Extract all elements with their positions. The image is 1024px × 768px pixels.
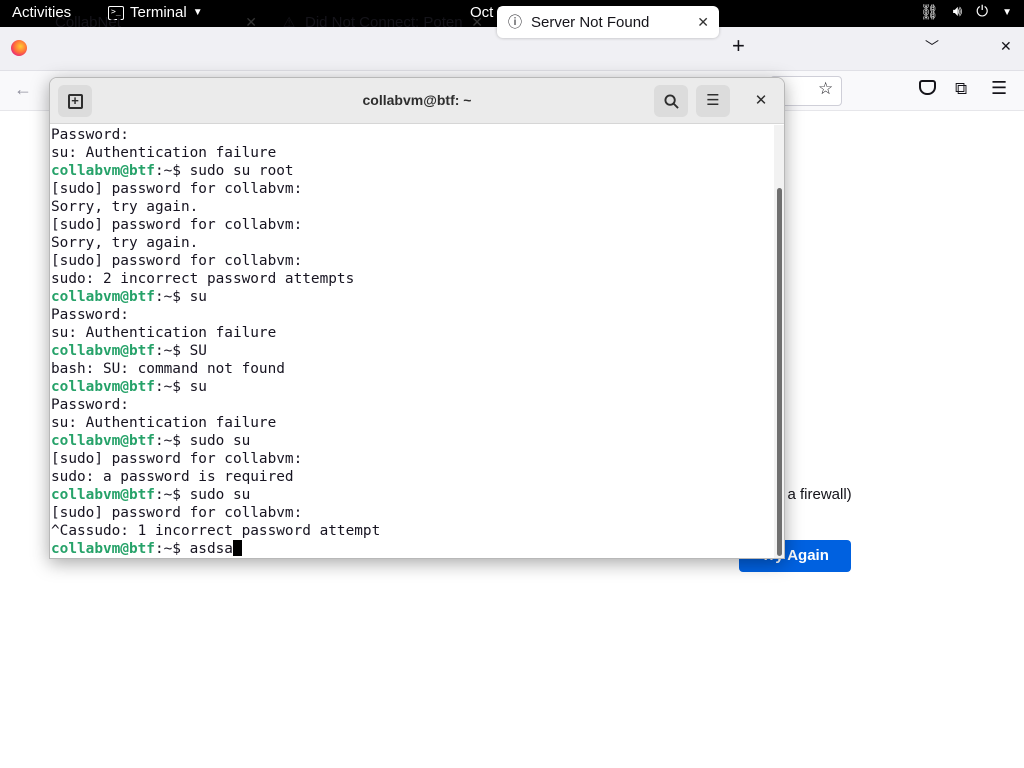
tab-collabnet[interactable]: CollabNet ✕ <box>45 6 267 38</box>
command-text: SU <box>189 343 207 359</box>
text-cursor <box>232 540 242 556</box>
terminal-output-line: Password: <box>51 307 129 323</box>
scrollbar-thumb[interactable] <box>777 188 782 556</box>
terminal-output-line: Sorry, try again. <box>51 199 199 215</box>
close-icon[interactable]: ✕ <box>471 14 483 31</box>
system-tray[interactable]: ⛓ 🔊︎ ⏻ ▼ <box>920 3 1012 23</box>
command-text: sudo su <box>189 487 251 503</box>
terminal-command-line: collabvm@btf:~$ asdsa <box>51 540 773 558</box>
terminal-window[interactable]: + collabvm@btf: ~ ☰ ✕ Password: su: Authe… <box>49 77 785 559</box>
info-icon: ⓘ <box>508 14 522 30</box>
terminal-output-line: [sudo] password for collabvm: <box>51 217 303 233</box>
warning-icon: ⚠ <box>282 13 296 30</box>
terminal-output-line: su: Authentication failure <box>51 325 277 341</box>
menu-button[interactable]: ☰ <box>696 85 730 117</box>
close-icon: ✕ <box>754 92 768 109</box>
terminal-command-line: collabvm@btf:~$ sudo su root <box>51 162 773 180</box>
new-tab-button[interactable]: + <box>732 33 745 59</box>
command-text: sudo su root <box>189 163 294 179</box>
network-icon: ⛓ <box>919 4 939 21</box>
prompt-user: collabvm@btf <box>51 541 155 557</box>
prompt-user: collabvm@btf <box>51 487 155 503</box>
caret-down-icon: ▼ <box>1002 7 1012 18</box>
volume-icon: 🔊︎ <box>952 3 963 20</box>
search-button[interactable] <box>654 85 688 117</box>
terminal-command-line: collabvm@btf:~$ sudo su <box>51 486 773 504</box>
prompt-user: collabvm@btf <box>51 343 155 359</box>
terminal-output-line: [sudo] password for collabvm: <box>51 451 303 467</box>
search-icon <box>663 94 679 109</box>
terminal-output-line: ^Cassudo: 1 incorrect password attempt <box>51 523 381 539</box>
terminal-output-line: Sorry, try again. <box>51 235 199 251</box>
pocket-icon[interactable] <box>919 80 936 95</box>
command-text: asdsa <box>189 541 233 557</box>
prompt-user: collabvm@btf <box>51 289 155 305</box>
terminal-output-line: sudo: a password is required <box>51 469 294 485</box>
command-text: su <box>189 379 207 395</box>
terminal-output-line: Password: <box>51 127 129 143</box>
terminal-output-line: [sudo] password for collabvm: <box>51 505 303 521</box>
hamburger-menu-icon[interactable]: ☰ <box>991 78 1007 99</box>
terminal-output-line: bash: SU: command not found <box>51 361 285 377</box>
chevron-down-icon[interactable]: ﹀ <box>925 37 939 57</box>
terminal-command-line: collabvm@btf:~$ su <box>51 288 773 306</box>
terminal-command-line: collabvm@btf:~$ sudo su <box>51 432 773 450</box>
prompt-path: :~$ <box>154 163 190 179</box>
firefox-icon <box>11 40 27 56</box>
hamburger-icon: ☰ <box>706 92 720 109</box>
prompt-path: :~$ <box>154 343 190 359</box>
tab-title: Server Not Found <box>531 13 650 31</box>
tab-server-not-found[interactable]: ⓘ Server Not Found ✕ <box>497 6 719 38</box>
command-text: sudo su <box>189 433 251 449</box>
prompt-path: :~$ <box>154 289 190 305</box>
tab-title: Did Not Connect: Potenti <box>305 13 464 31</box>
star-icon[interactable]: ☆ <box>818 79 833 99</box>
terminal-command-line: collabvm@btf:~$ su <box>51 378 773 396</box>
prompt-path: :~$ <box>154 433 190 449</box>
prompt-user: collabvm@btf <box>51 379 155 395</box>
prompt-user: collabvm@btf <box>51 433 155 449</box>
terminal-output[interactable]: Password: su: Authentication failure colla… <box>51 125 773 558</box>
terminal-output-line: [sudo] password for collabvm: <box>51 181 303 197</box>
prompt-path: :~$ <box>154 541 190 557</box>
terminal-output-line: su: Authentication failure <box>51 415 277 431</box>
power-icon: ⏻ <box>976 3 989 20</box>
prompt-path: :~$ <box>154 487 190 503</box>
terminal-output-line: Password: <box>51 397 129 413</box>
prompt-path: :~$ <box>154 379 190 395</box>
close-button[interactable]: ✕ <box>744 85 778 117</box>
tab-title: CollabNet <box>55 13 121 31</box>
terminal-output-line: su: Authentication failure <box>51 145 277 161</box>
tab-did-not-connect[interactable]: ⚠ Did Not Connect: Potenti ✕ <box>271 6 493 38</box>
close-icon[interactable]: ✕ <box>245 14 257 31</box>
extensions-icon[interactable]: ⧉ <box>955 79 967 99</box>
prompt-user: collabvm@btf <box>51 163 155 179</box>
command-text: su <box>189 289 207 305</box>
terminal-command-line: collabvm@btf:~$ SU <box>51 342 773 360</box>
terminal-header-bar[interactable]: + collabvm@btf: ~ ☰ ✕ <box>50 78 784 124</box>
back-arrow-icon[interactable]: ← <box>14 79 32 100</box>
terminal-output-line: sudo: 2 incorrect password attempts <box>51 271 355 287</box>
error-page-text: l a firewall) <box>780 486 852 503</box>
close-icon[interactable]: ✕ <box>697 14 709 31</box>
window-close-icon[interactable]: ✕ <box>1000 38 1012 55</box>
terminal-output-line: [sudo] password for collabvm: <box>51 253 303 269</box>
